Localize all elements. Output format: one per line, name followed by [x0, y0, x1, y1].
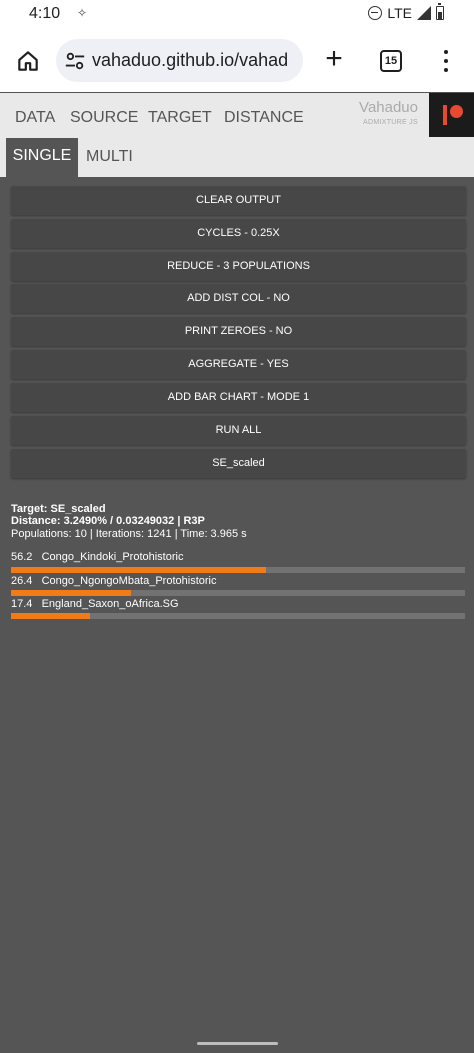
- result-name: Congo_Kindoki_Protohistoric: [41, 551, 184, 563]
- result-label: 56.2 Congo_Kindoki_Protohistoric: [11, 551, 183, 563]
- add-dist-col-button[interactable]: ADD DIST COL - NO: [11, 284, 466, 313]
- status-icons: LTE: [368, 3, 444, 21]
- clear-output-button[interactable]: CLEAR OUTPUT: [11, 186, 466, 215]
- print-zeroes-button[interactable]: PRINT ZEROES - NO: [11, 317, 466, 346]
- result-bar-track: [11, 590, 465, 596]
- more-menu-icon: [444, 50, 448, 54]
- tab-source[interactable]: SOURCE: [70, 109, 138, 127]
- result-bar-fill: [11, 613, 90, 619]
- run-all-button[interactable]: RUN ALL: [11, 416, 466, 445]
- status-bar: 4:10 ✧ LTE: [0, 0, 474, 30]
- aggregate-button[interactable]: AGGREGATE - YES: [11, 350, 466, 379]
- result-value: 56.2: [11, 551, 33, 563]
- patreon-icon: [443, 105, 447, 125]
- signal-icon: [417, 6, 431, 20]
- target-select-button[interactable]: SE_scaled: [11, 449, 466, 478]
- browser-toolbar: vahaduo.github.io/vahad + 15: [0, 30, 474, 92]
- network-type: LTE: [387, 5, 412, 21]
- result-name: Congo_NgongoMbata_Protohistoric: [41, 575, 217, 587]
- reduce-button[interactable]: REDUCE - 3 POPULATIONS: [11, 252, 466, 281]
- output-stats: Populations: 10 | Iterations: 1241 | Tim…: [11, 528, 247, 540]
- battery-icon: [436, 3, 444, 20]
- address-bar[interactable]: vahaduo.github.io/vahad: [56, 39, 303, 82]
- result-bar-fill: [11, 590, 131, 596]
- home-icon: [18, 51, 38, 71]
- tab-distance[interactable]: DISTANCE: [224, 109, 304, 127]
- do-not-disturb-icon: [368, 6, 383, 20]
- subtab-single[interactable]: SINGLE: [6, 138, 78, 177]
- output-target: Target: SE_scaled: [11, 503, 106, 515]
- new-tab-icon: +: [325, 42, 343, 75]
- result-bar-track: [11, 613, 465, 619]
- result-label: 26.4 Congo_NgongoMbata_Protohistoric: [11, 575, 216, 587]
- result-bar-track: [11, 567, 465, 573]
- app-nav: DATA SOURCE TARGET DISTANCE Vahaduo ADMI…: [0, 93, 474, 138]
- output-distance: Distance: 3.2490% / 0.03249032 | R3P: [11, 515, 205, 527]
- patreon-button[interactable]: [429, 93, 474, 137]
- site-settings-icon[interactable]: [64, 50, 86, 72]
- tabs-button[interactable]: 15: [380, 50, 402, 72]
- new-tab-button[interactable]: +: [320, 42, 348, 75]
- add-bar-chart-button[interactable]: ADD BAR CHART - MODE 1: [11, 383, 466, 412]
- tab-data[interactable]: DATA: [15, 109, 55, 127]
- subtab-multi[interactable]: MULTI: [86, 148, 133, 166]
- gesture-home-indicator[interactable]: [197, 1042, 278, 1045]
- cycles-button[interactable]: CYCLES - 0.25X: [11, 219, 466, 248]
- brand: Vahaduo ADMIXTURE JS: [330, 99, 418, 126]
- notification-star-icon: ✧: [77, 6, 88, 20]
- brand-name: Vahaduo: [359, 99, 418, 116]
- sub-nav: SINGLE MULTI: [0, 138, 474, 177]
- result-name: England_Saxon_oAfrica.SG: [41, 598, 179, 610]
- home-button[interactable]: [12, 45, 44, 77]
- result-label: 17.4 England_Saxon_oAfrica.SG: [11, 598, 179, 610]
- status-time: 4:10: [29, 5, 61, 22]
- url-text[interactable]: vahaduo.github.io/vahad: [92, 50, 288, 71]
- result-value: 17.4: [11, 598, 33, 610]
- brand-subtitle: ADMIXTURE JS: [363, 119, 418, 126]
- tab-target[interactable]: TARGET: [148, 109, 212, 127]
- result-value: 26.4: [11, 575, 33, 587]
- more-menu-button[interactable]: [436, 48, 456, 74]
- result-bar-fill: [11, 567, 267, 573]
